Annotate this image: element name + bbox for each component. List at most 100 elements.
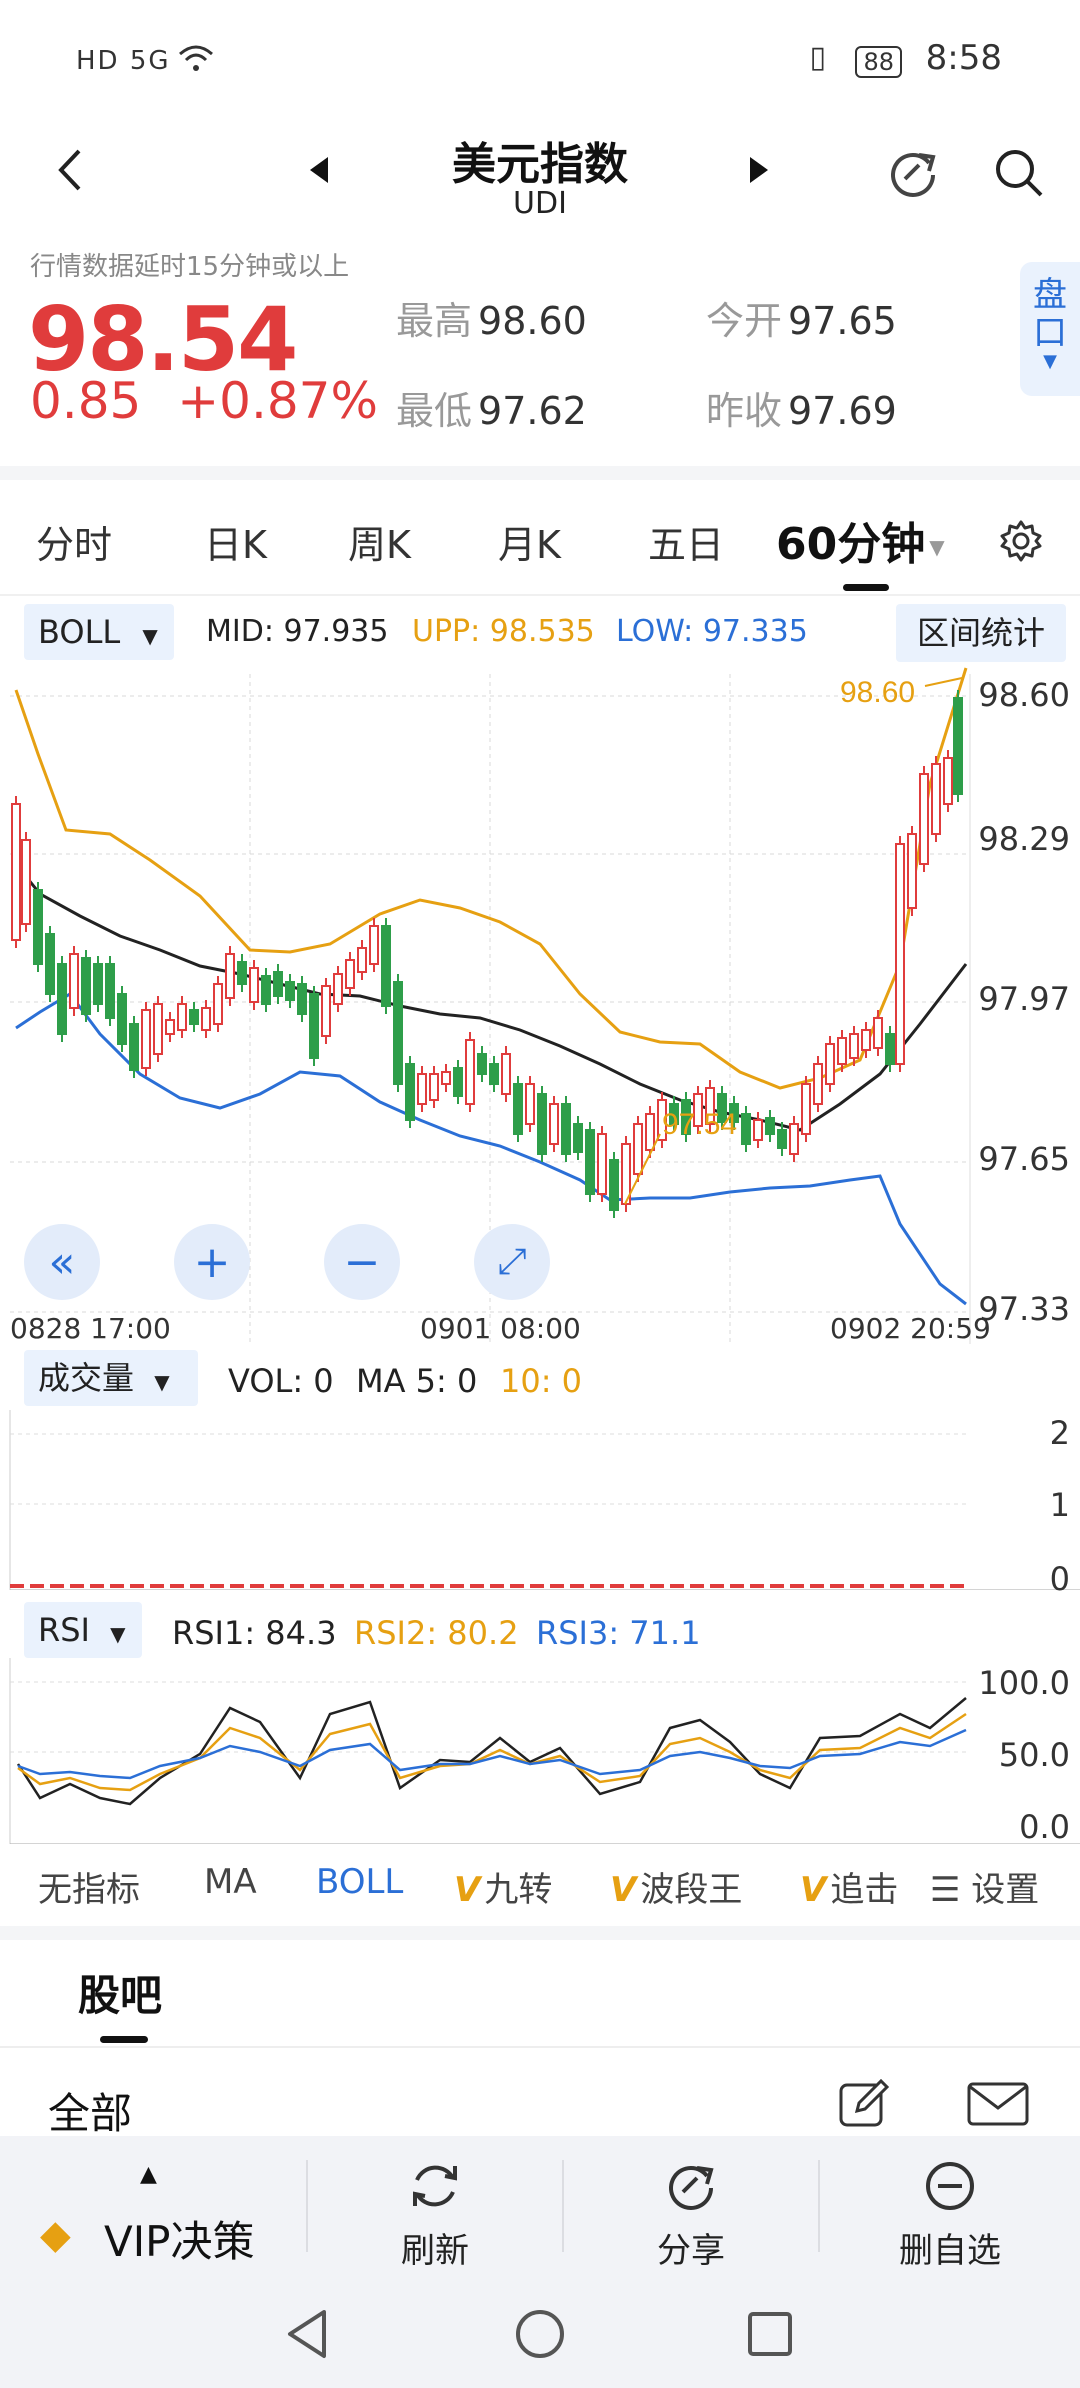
tab-weekly-k[interactable]: 周K bbox=[348, 514, 411, 569]
caret-down-icon: ▼ bbox=[142, 624, 158, 648]
indicator-tab-none[interactable]: 无指标 bbox=[38, 1862, 140, 1911]
candle-body bbox=[489, 1063, 499, 1085]
nav-recents-button[interactable] bbox=[738, 2302, 802, 2366]
sub-indicator-select[interactable]: RSI ▼ bbox=[24, 1602, 142, 1658]
chart-settings-button[interactable] bbox=[994, 514, 1048, 568]
zoom-out-button[interactable]: − bbox=[324, 1224, 400, 1300]
refresh-button[interactable]: 刷新 bbox=[308, 2136, 562, 2276]
candle-body bbox=[861, 1029, 871, 1051]
candle-body bbox=[597, 1133, 607, 1195]
candle-body bbox=[895, 843, 905, 1065]
rsi2-value: RSI2: 80.2 bbox=[354, 1614, 519, 1652]
candle-body bbox=[273, 971, 283, 997]
candle-body bbox=[849, 1033, 859, 1059]
candle-body bbox=[11, 803, 21, 941]
edit-icon bbox=[839, 2078, 890, 2127]
double-chevron-left-icon: « bbox=[48, 1236, 76, 1288]
candle-body bbox=[789, 1123, 799, 1155]
candle-body bbox=[33, 889, 43, 965]
period-tabs: 分时 日K 周K 月K 五日 60分钟 ▼ bbox=[0, 500, 1080, 586]
community-filter-all[interactable]: 全部 bbox=[48, 2080, 132, 2141]
pankou-label: 盘口 bbox=[1033, 275, 1067, 353]
rsi3-value: RSI3: 71.1 bbox=[536, 1614, 701, 1652]
tab-intraday[interactable]: 分时 bbox=[36, 514, 112, 569]
vip-decision-button[interactable]: ▲ ◆ VIP决策 bbox=[0, 2136, 306, 2276]
candle-body bbox=[777, 1129, 787, 1149]
divider bbox=[0, 2046, 1080, 2048]
mid-value: 97.935 bbox=[283, 614, 389, 649]
x-label: 0828 17:00 bbox=[10, 1312, 171, 1345]
rsi-select-label: RSI bbox=[38, 1611, 90, 1649]
scroll-left-button[interactable]: « bbox=[24, 1224, 100, 1300]
tab-daily-k[interactable]: 日K bbox=[204, 514, 267, 569]
share-button[interactable] bbox=[878, 140, 948, 206]
candle-body bbox=[741, 1113, 751, 1145]
prev-close-label: 昨收 bbox=[706, 389, 783, 433]
indicator-tab-zhuiji[interactable]: V 追击 bbox=[800, 1862, 898, 1911]
candle-body bbox=[333, 973, 343, 1005]
volume-chart bbox=[9, 1410, 1080, 1590]
candle-body bbox=[57, 963, 67, 1035]
low-label: 最低 bbox=[396, 389, 473, 433]
volume-indicator-select[interactable]: 成交量 ▼ bbox=[24, 1350, 198, 1406]
battery-icon: 88 bbox=[855, 46, 902, 78]
rsi1-value: RSI1: 84.3 bbox=[172, 1614, 337, 1652]
range-stats-button[interactable]: 区间统计 bbox=[896, 604, 1066, 662]
community-title[interactable]: 股吧 bbox=[78, 1962, 162, 2023]
tab-five-day[interactable]: 五日 bbox=[648, 514, 724, 569]
boll-low: LOW: 97.335 bbox=[616, 614, 808, 649]
remove-watchlist-button[interactable]: 删自选 bbox=[820, 2136, 1080, 2276]
fullscreen-button[interactable]: ⤢ bbox=[474, 1224, 550, 1300]
share-bottom-button[interactable]: 分享 bbox=[564, 2136, 818, 2276]
candle-body bbox=[953, 697, 963, 795]
vol-y-tick: 2 bbox=[1049, 1414, 1070, 1452]
candle-body bbox=[261, 975, 271, 1005]
tab-60min[interactable]: 60分钟 ▼ bbox=[776, 508, 945, 572]
indicator-tab-boll[interactable]: BOLL bbox=[316, 1862, 403, 1902]
y-tick: 98.60 bbox=[978, 676, 1070, 714]
main-indicator-label: BOLL bbox=[38, 613, 121, 651]
next-stock-button[interactable] bbox=[738, 148, 778, 192]
indicator-tab-boduanwang[interactable]: V 波段王 bbox=[610, 1862, 742, 1911]
main-indicator-select[interactable]: BOLL ▼ bbox=[24, 604, 174, 660]
low-value: 97.335 bbox=[702, 614, 808, 649]
prev-close-stat: 昨收 97.69 bbox=[706, 380, 897, 435]
section-divider bbox=[0, 466, 1080, 480]
zoom-in-button[interactable]: + bbox=[174, 1224, 250, 1300]
messages-button[interactable] bbox=[964, 2074, 1032, 2134]
nav-home-button[interactable] bbox=[508, 2302, 572, 2366]
wifi-icon bbox=[176, 44, 216, 78]
candle-body bbox=[585, 1129, 595, 1195]
boduanwang-label: 波段王 bbox=[640, 1870, 743, 1910]
jiuzhuan-label: 九转 bbox=[484, 1870, 553, 1910]
prev-close-value: 97.69 bbox=[788, 389, 897, 433]
indicator-tab-jiuzhuan[interactable]: V 九转 bbox=[454, 1862, 552, 1911]
community-tab-indicator bbox=[100, 2036, 148, 2043]
indicator-tab-ma[interactable]: MA bbox=[204, 1862, 257, 1902]
divider bbox=[0, 594, 1080, 596]
candlesticks bbox=[11, 690, 963, 1218]
chevron-down-icon: ▼ bbox=[1043, 351, 1057, 372]
nav-back-button[interactable] bbox=[276, 2302, 340, 2366]
tab-monthly-k[interactable]: 月K bbox=[498, 514, 561, 569]
square-recents-icon bbox=[748, 2312, 792, 2356]
candle-body bbox=[381, 925, 391, 1007]
pankou-button[interactable]: 盘口 ▼ bbox=[1020, 262, 1080, 396]
compose-post-button[interactable] bbox=[834, 2074, 894, 2134]
candle-body bbox=[753, 1119, 763, 1141]
candle-body bbox=[69, 953, 79, 1009]
rsi-y-tick: 50.0 bbox=[998, 1736, 1070, 1774]
indicator-settings-button[interactable]: ☰ 设置 bbox=[926, 1862, 1040, 1911]
search-button[interactable] bbox=[986, 140, 1052, 206]
vol-value: VOL: 0 bbox=[228, 1362, 334, 1400]
circle-home-icon bbox=[516, 2310, 564, 2358]
change-value: 0.85 bbox=[30, 372, 142, 430]
open-label: 今开 bbox=[706, 299, 783, 343]
candle-body bbox=[321, 985, 331, 1037]
bottom-action-bar: ▲ ◆ VIP决策 刷新 分享 删自选 bbox=[0, 2136, 1080, 2276]
candle-body bbox=[225, 953, 235, 999]
mid-label: MID: bbox=[206, 614, 274, 649]
boll-upp: UPP: 98.535 bbox=[412, 614, 595, 649]
x-label: 0901 08:00 bbox=[420, 1312, 581, 1345]
candle-body bbox=[369, 925, 379, 965]
